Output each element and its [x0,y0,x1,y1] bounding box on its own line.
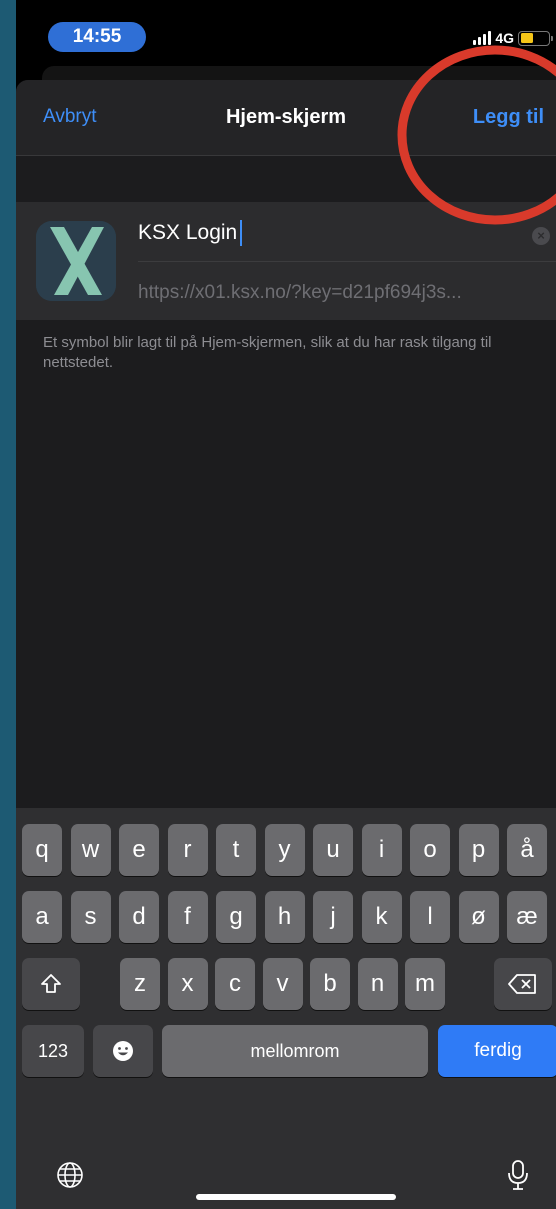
key-h[interactable]: h [264,891,305,943]
navigation-bar: Avbryt Hjem-skjerm Legg til [16,80,556,156]
key-t[interactable]: t [216,824,256,876]
home-indicator [196,1194,396,1200]
help-text: Et symbol blir lagt til på Hjem-skjermen… [43,334,492,371]
key-ø[interactable]: ø [458,891,499,943]
key-s[interactable]: s [70,891,111,943]
key-n[interactable]: n [357,958,398,1010]
network-type: 4G [495,30,514,46]
key-e[interactable]: e [119,824,159,876]
emoji-icon [113,1041,133,1061]
done-key[interactable]: ferdig [438,1025,556,1077]
backspace-icon [508,974,536,994]
keyboard-row-2: asdfghjkløæ [16,891,556,943]
key-z[interactable]: z [120,958,160,1010]
key-v[interactable]: v [262,958,303,1010]
keyboard-row-1: qwertyuiopå [16,824,556,876]
backspace-key[interactable] [494,958,552,1010]
battery-icon [518,30,553,46]
key-q[interactable]: q [22,824,62,876]
emoji-key[interactable] [93,1025,153,1077]
key-å[interactable]: å [507,824,547,876]
key-j[interactable]: j [313,891,353,943]
key-æ[interactable]: æ [507,891,547,943]
bookmark-form: KSX Login × https://x01.ksx.no/?key=d21p… [16,202,556,320]
url-field: https://x01.ksx.no/?key=d21pf694j3s... [138,282,462,303]
add-button[interactable]: Legg til [473,106,544,129]
status-time: 14:55 [48,22,146,52]
key-m[interactable]: m [405,958,445,1010]
numbers-key[interactable]: 123 [22,1025,84,1077]
name-input[interactable]: KSX Login [138,220,243,246]
key-p[interactable]: p [458,824,499,876]
key-b[interactable]: b [310,958,350,1010]
key-k[interactable]: k [361,891,402,943]
shift-icon [41,974,61,993]
key-x[interactable]: x [167,958,208,1010]
key-f[interactable]: f [167,891,208,943]
key-r[interactable]: r [167,824,208,876]
key-c[interactable]: c [215,958,255,1010]
clear-icon[interactable]: × [532,227,550,245]
key-o[interactable]: o [410,824,450,876]
text-cursor [240,220,243,246]
key-a[interactable]: a [22,891,62,943]
space-key[interactable]: mellomrom [162,1025,428,1077]
microphone-icon[interactable] [500,1153,536,1197]
globe-icon[interactable] [50,1155,90,1195]
status-indicators: 4G [473,28,553,48]
field-divider [138,261,556,262]
key-w[interactable]: w [70,824,111,876]
keyboard-row-3: zxcvbnm [16,958,556,1010]
key-u[interactable]: u [313,824,353,876]
keyboard-row-4: 123 mellomrom ferdig [16,1025,556,1077]
key-l[interactable]: l [410,891,450,943]
app-icon [36,221,116,301]
key-i[interactable]: i [361,824,402,876]
shift-key[interactable] [22,958,80,1010]
keyboard: qwertyuiopå asdfghjkløæ zxcvbnm 123 mell… [16,808,556,1209]
key-d[interactable]: d [119,891,159,943]
phone-screen: 14:55 4G Avbryt Hjem-skjerm Legg til KSX… [16,0,556,1209]
key-y[interactable]: y [264,824,305,876]
signal-icon [473,31,492,45]
key-g[interactable]: g [216,891,256,943]
name-input-value: KSX Login [138,221,238,244]
